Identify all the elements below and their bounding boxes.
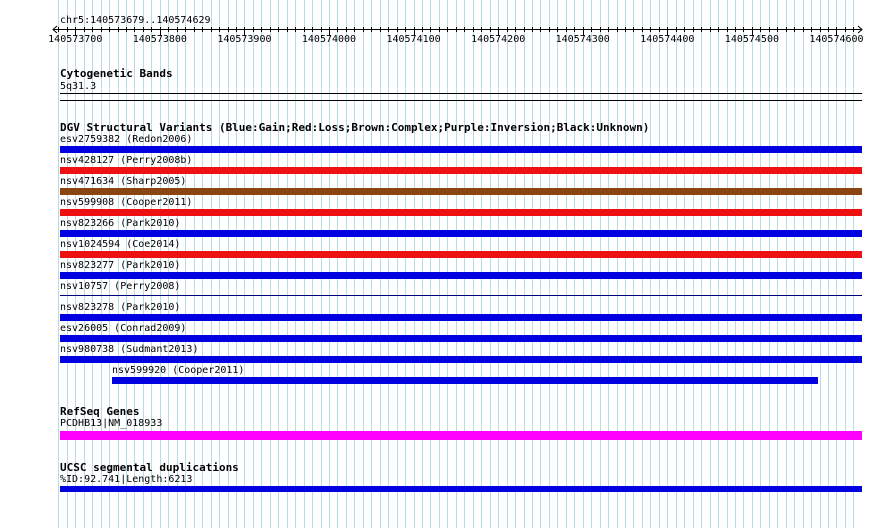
tick-label: 140573800: [132, 34, 187, 45]
dgv-feature-bar[interactable]: [60, 188, 862, 195]
tick-label: 140574500: [724, 34, 779, 45]
dgv-feature-bar[interactable]: [60, 230, 862, 237]
tick-label: 140574600: [809, 34, 864, 45]
dgv-feature-label: nsv980738 (Sudmant2013): [60, 344, 199, 355]
segdups-feature-label: %ID:92.741|Length:6213: [60, 474, 193, 485]
dgv-feature-bar[interactable]: [60, 167, 862, 174]
cytoband-label: 5q31.3: [60, 81, 97, 92]
tick-label: 140574000: [301, 34, 357, 45]
tick-label: 140574300: [555, 34, 610, 45]
dgv-feature-bar[interactable]: [60, 209, 862, 216]
cytoband-track-title: Cytogenetic Bands: [60, 67, 173, 80]
dgv-feature-label: nsv471634 (Sharp2005): [60, 176, 187, 187]
dgv-feature-bar[interactable]: [60, 356, 862, 363]
dgv-feature-bar[interactable]: [60, 146, 862, 153]
cytoband-band-outline-bottom: [60, 100, 862, 101]
tick-label: 140574200: [471, 34, 526, 45]
tick-label: 140573900: [217, 34, 272, 45]
ruler-region-label: chr5:140573679..140574629: [60, 15, 211, 26]
dgv-feature-label: nsv599920 (Cooper2011): [112, 365, 245, 376]
cytoband-band-outline-top[interactable]: [60, 93, 862, 94]
dgv-feature-label: nsv823266 (Park2010): [60, 218, 181, 229]
dgv-feature-bar[interactable]: [60, 272, 862, 279]
dgv-feature-bar[interactable]: [60, 314, 862, 321]
tick-label: 140574400: [640, 34, 695, 45]
dgv-feature-bar[interactable]: [60, 335, 862, 342]
dgv-track-title: DGV Structural Variants (Blue:Gain;Red:L…: [60, 121, 650, 134]
dgv-feature-bar[interactable]: [112, 377, 818, 384]
dgv-feature-label: esv26005 (Conrad2009): [60, 323, 187, 334]
refseq-track-title: RefSeq Genes: [60, 405, 140, 418]
dgv-feature-bar[interactable]: [60, 295, 862, 296]
tick-label: 140574100: [386, 34, 441, 45]
segdups-track-title: UCSC segmental duplications: [60, 461, 239, 474]
refseq-feature-label: PCDHB13|NM_018933: [60, 418, 163, 429]
dgv-feature-label: nsv823277 (Park2010): [60, 260, 181, 271]
dgv-feature-label: nsv428127 (Perry2008b): [60, 155, 193, 166]
dgv-feature-bar[interactable]: [60, 251, 862, 258]
segdups-feature-bar[interactable]: [60, 486, 862, 492]
dgv-feature-label: nsv1024594 (Coe2014): [60, 239, 181, 250]
refseq-gene-bar[interactable]: [60, 431, 862, 440]
dgv-feature-label: nsv10757 (Perry2008): [60, 281, 181, 292]
dgv-feature-label: nsv599908 (Cooper2011): [60, 197, 193, 208]
tick-label: 140573700: [48, 34, 103, 45]
dgv-feature-label: esv2759382 (Redon2006): [60, 134, 193, 145]
dgv-feature-label: nsv823278 (Park2010): [60, 302, 181, 313]
